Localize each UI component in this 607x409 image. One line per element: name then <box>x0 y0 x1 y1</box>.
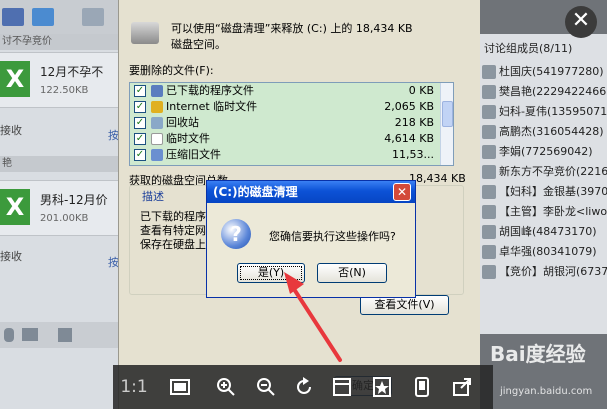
member-item[interactable]: 高鹏杰(316054428) <box>482 122 607 142</box>
checkbox[interactable]: ✓ <box>134 133 146 145</box>
chat-toolbar <box>0 0 120 34</box>
list-item[interactable]: ✓ 压缩旧文件 11,53... <box>130 147 438 163</box>
member-item[interactable]: 【妇科】金银基(3970 <box>482 182 607 202</box>
avatar <box>482 125 496 139</box>
member-item[interactable]: 卓华强(80341079) <box>482 242 607 262</box>
member-item[interactable]: 李娟(772569042) <box>482 142 607 162</box>
avatar <box>482 205 496 219</box>
input-toolbar <box>0 322 120 348</box>
baidu-watermark: Bai度经验 <box>490 342 586 366</box>
recycle-bin-icon <box>151 117 163 129</box>
file-size: 201.00KB <box>40 213 89 224</box>
avatar <box>482 245 496 259</box>
fit-window-icon[interactable] <box>169 376 191 398</box>
file-name: 12月不孕不 <box>40 65 104 79</box>
avatar <box>482 85 496 99</box>
close-icon[interactable]: ✕ <box>393 183 411 201</box>
member-item[interactable]: 【主管】李卧龙<liwo <box>482 202 607 222</box>
member-item[interactable]: 新东方不孕竞价(2216 <box>482 162 607 182</box>
compress-icon <box>151 149 163 161</box>
file-item[interactable]: X 男科-12月价 201.00KB <box>0 180 120 236</box>
member-item[interactable]: 妇科-夏伟(1359507141 <box>482 102 607 122</box>
picture-icon[interactable] <box>22 328 38 341</box>
receive-link[interactable]: 接收 <box>0 248 22 264</box>
member-item[interactable]: 胡国峰(48473170) <box>482 222 607 242</box>
image-icon[interactable] <box>2 8 24 26</box>
mic-icon[interactable] <box>4 328 14 342</box>
avatar <box>482 265 496 279</box>
excel-icon: X <box>0 189 30 225</box>
drive-icon <box>131 22 159 44</box>
file-size: 122.50KB <box>40 85 89 96</box>
excel-icon: X <box>0 61 30 97</box>
forward-icon[interactable] <box>32 8 54 26</box>
zoom-out-icon[interactable] <box>255 376 277 398</box>
file-icon <box>151 133 163 145</box>
space-gained-value: 18,434 KB <box>409 172 466 185</box>
receive-link[interactable]: 接收 <box>0 122 22 138</box>
member-list-header: 讨论组成员(8/11) <box>484 42 573 55</box>
avatar <box>482 105 496 119</box>
files-to-delete-list[interactable]: ✓ 已下载的程序文件 0 KB ✓ Internet 临时文件 2,065 KB ✓ 回收… <box>129 82 454 166</box>
scissors-icon[interactable] <box>58 328 72 342</box>
dialog-title: (C:)的磁盘清理 <box>207 181 415 203</box>
phone-icon[interactable] <box>411 376 433 398</box>
file-name: 男科-12月价 <box>40 193 108 207</box>
lock-icon <box>151 101 163 113</box>
avatar <box>482 165 496 179</box>
member-item[interactable]: 【竞价】胡银河(6737 <box>482 262 607 282</box>
checkbox[interactable]: ✓ <box>134 149 146 161</box>
scrollbar[interactable] <box>440 83 453 165</box>
list-item[interactable]: ✓ 回收站 218 KB <box>130 115 438 131</box>
section-header: 艳 <box>0 156 120 172</box>
avatar <box>482 65 496 79</box>
red-arrow-annotation <box>284 272 342 362</box>
member-list-pane: 讨论组成员(8/11) 杜国庆(541977280) 樊昌艳(222942246… <box>480 34 607 334</box>
viewer-toolbar: 1:1 <box>113 365 493 409</box>
share-icon[interactable] <box>451 376 473 398</box>
mail-icon[interactable] <box>82 8 104 26</box>
view-files-button[interactable]: 查看文件(V) <box>360 295 449 315</box>
avatar <box>482 185 496 199</box>
dialog-message: 您确信要执行这些操作吗? <box>269 230 396 243</box>
intro-text-2: 磁盘空间。 <box>171 38 226 51</box>
watermark-url: jingyan.baidu.com <box>500 386 593 397</box>
favorite-icon[interactable] <box>371 376 393 398</box>
program-files-icon <box>151 85 163 97</box>
avatar <box>482 145 496 159</box>
zoom-in-icon[interactable] <box>215 376 237 398</box>
checkbox[interactable]: ✓ <box>134 85 146 97</box>
question-icon: ? <box>221 219 251 249</box>
chat-file-pane: 讨不孕竞价 X 12月不孕不 122.50KB 接收 按 艳 X 男科-12月价… <box>0 0 120 409</box>
description-title: 描述 <box>140 188 166 204</box>
section-header: 讨不孕竞价 <box>0 34 120 50</box>
list-item[interactable]: ✓ 临时文件 4,614 KB <box>130 131 438 147</box>
avatar <box>482 225 496 239</box>
crop-icon[interactable] <box>331 376 353 398</box>
file-item[interactable]: X 12月不孕不 122.50KB <box>0 52 120 108</box>
member-item[interactable]: 樊昌艳(2229422466) <box>482 82 607 102</box>
checkbox[interactable]: ✓ <box>134 101 146 113</box>
files-to-delete-label: 要删除的文件(F): <box>129 64 214 77</box>
member-item[interactable]: 杜国庆(541977280) <box>482 62 607 82</box>
checkbox[interactable]: ✓ <box>134 117 146 129</box>
close-viewer-icon[interactable]: ✕ <box>565 6 597 38</box>
rotate-icon[interactable] <box>293 376 315 398</box>
list-item[interactable]: ✓ 已下载的程序文件 0 KB <box>130 83 438 99</box>
intro-text: 可以使用“磁盘清理”来释放 (C:) 上的 18,434 KB <box>171 22 413 35</box>
actual-size-button[interactable]: 1:1 <box>119 376 149 398</box>
scrollbar-thumb[interactable] <box>442 101 453 127</box>
list-item[interactable]: ✓ Internet 临时文件 2,065 KB <box>130 99 438 115</box>
